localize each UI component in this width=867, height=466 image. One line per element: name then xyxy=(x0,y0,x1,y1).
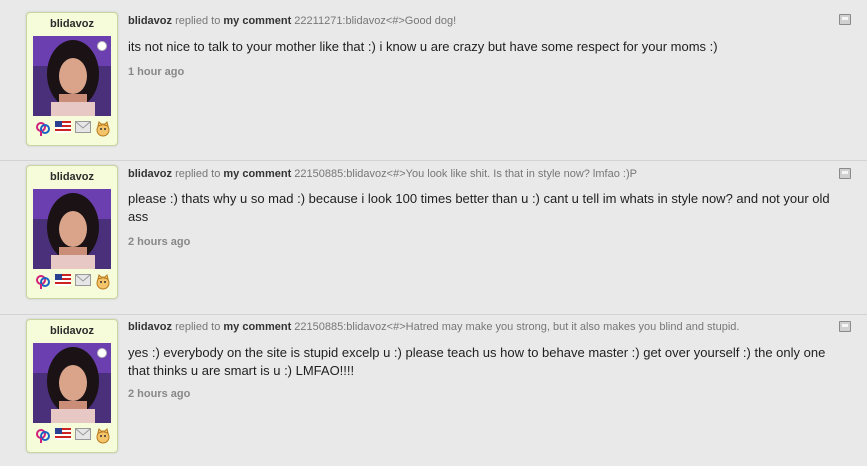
replied-to-text: replied to xyxy=(172,15,224,27)
avatar-username[interactable]: blidavoz xyxy=(27,171,117,183)
comment-reference: 22211271:blidavoz<#>Good dog! xyxy=(291,15,457,27)
avatar[interactable] xyxy=(33,343,111,423)
comment-entry: blidavoz blidavoz replied to my comment … xyxy=(0,0,867,161)
avatar-username[interactable]: blidavoz xyxy=(27,18,117,30)
comment-body: yes :) everybody on the site is stupid e… xyxy=(128,345,826,378)
comment-username-link[interactable]: blidavoz xyxy=(128,168,172,180)
collapse-icon[interactable] xyxy=(839,168,851,179)
my-comment-link[interactable]: my comment xyxy=(223,168,291,180)
us-flag-icon[interactable] xyxy=(55,121,71,133)
comment-timestamp: 2 hours ago xyxy=(128,236,191,248)
comment-header: blidavoz replied to my comment 22211271:… xyxy=(128,15,456,27)
replied-to-text: replied to xyxy=(172,321,224,333)
online-status-icon xyxy=(97,41,107,51)
avatar-card[interactable]: blidavoz xyxy=(26,12,118,146)
comment-timestamp: 1 hour ago xyxy=(128,66,185,78)
comment-body: please :) thats why u so mad :) because … xyxy=(128,191,830,224)
us-flag-icon[interactable] xyxy=(55,428,71,440)
cat-icon[interactable] xyxy=(95,121,111,137)
avatar[interactable] xyxy=(33,36,111,116)
comment-body: its not nice to talk to your mother like… xyxy=(128,39,718,54)
avatar[interactable] xyxy=(33,189,111,269)
comment-username-link[interactable]: blidavoz xyxy=(128,321,172,333)
message-icon[interactable] xyxy=(75,428,91,440)
message-icon[interactable] xyxy=(75,121,91,133)
comment-timestamp: 2 hours ago xyxy=(128,388,191,400)
avatar-card[interactable]: blidavoz xyxy=(26,165,118,299)
avatar-card[interactable]: blidavoz xyxy=(26,319,118,453)
comment-reference: 22150885:blidavoz<#>You look like shit. … xyxy=(291,168,637,180)
us-flag-icon[interactable] xyxy=(55,274,71,286)
cat-icon[interactable] xyxy=(95,274,111,290)
comment-reference: 22150885:blidavoz<#>Hatred may make you … xyxy=(291,321,740,333)
comment-entry: blidavoz blidavoz replied to my comment … xyxy=(0,160,867,315)
my-comment-link[interactable]: my comment xyxy=(223,15,291,27)
my-comment-link[interactable]: my comment xyxy=(223,321,291,333)
replied-to-text: replied to xyxy=(172,168,224,180)
collapse-icon[interactable] xyxy=(839,14,851,25)
comment-username-link[interactable]: blidavoz xyxy=(128,15,172,27)
online-status-icon xyxy=(97,348,107,358)
collapse-icon[interactable] xyxy=(839,321,851,332)
gender-icon[interactable] xyxy=(35,274,51,290)
cat-icon[interactable] xyxy=(95,428,111,444)
message-icon[interactable] xyxy=(75,274,91,286)
gender-icon[interactable] xyxy=(35,428,51,444)
comment-header: blidavoz replied to my comment 22150885:… xyxy=(128,168,637,180)
comment-entry: blidavoz blidavoz replied to my comment … xyxy=(0,314,867,466)
comment-header: blidavoz replied to my comment 22150885:… xyxy=(128,321,739,333)
gender-icon[interactable] xyxy=(35,121,51,137)
avatar-username[interactable]: blidavoz xyxy=(27,325,117,337)
